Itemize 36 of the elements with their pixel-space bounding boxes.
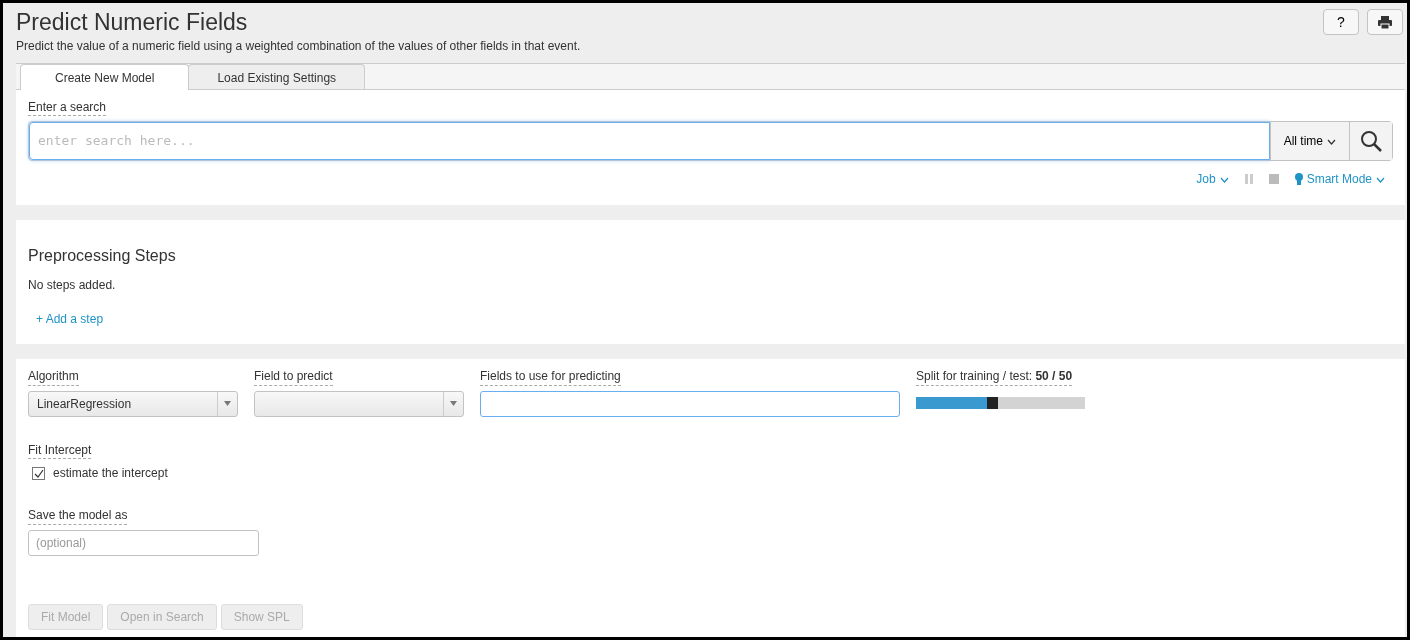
field-label: Split for training / test: 50 / 50 bbox=[916, 369, 1073, 386]
search-button[interactable] bbox=[1349, 122, 1392, 161]
checkbox-label: estimate the intercept bbox=[53, 465, 168, 483]
field-label: Field to predict bbox=[254, 369, 333, 386]
help-button[interactable]: ? bbox=[1323, 9, 1359, 35]
search-mode-menu[interactable]: Smart Mode bbox=[1306, 170, 1385, 189]
save-model-label: Save the model as bbox=[28, 508, 128, 525]
slider-track[interactable] bbox=[916, 396, 1085, 409]
section-title: Preprocessing Steps bbox=[28, 246, 177, 267]
chevron-down-icon bbox=[1219, 177, 1229, 183]
tab[interactable]: Create New Model bbox=[20, 63, 190, 91]
printer-icon bbox=[1378, 15, 1392, 29]
checkbox[interactable] bbox=[32, 466, 45, 480]
fit-intercept-label: Fit Intercept bbox=[28, 442, 92, 460]
caret-icon bbox=[224, 401, 231, 407]
add-step-link[interactable]: + Add a step bbox=[36, 312, 104, 327]
page-title: Predict Numeric Fields bbox=[16, 9, 249, 37]
print-button[interactable] bbox=[1367, 9, 1403, 35]
slider-handle[interactable] bbox=[986, 396, 998, 409]
tab[interactable]: Load Existing Settings bbox=[188, 63, 366, 89]
field-label: Fields to use for predicting bbox=[480, 369, 621, 386]
chevron-down-icon bbox=[1327, 139, 1336, 145]
lightbulb-icon bbox=[1294, 173, 1303, 186]
page-description: Predict the value of a numeric field using a weighted combination of the values of other fields in that event. bbox=[16, 37, 582, 55]
search-icon bbox=[1360, 130, 1382, 153]
dropdown[interactable]: LinearRegression bbox=[28, 390, 238, 417]
job-menu[interactable]: Job bbox=[1196, 170, 1229, 189]
input-field[interactable] bbox=[480, 390, 900, 417]
chevron-down-icon bbox=[1376, 177, 1385, 183]
search-field[interactable]: enter search here... bbox=[29, 122, 1270, 161]
search-label: Enter a search bbox=[28, 99, 107, 117]
time-range-dropdown[interactable]: All time bbox=[1269, 122, 1349, 161]
caret-icon bbox=[450, 401, 457, 407]
model-name-field[interactable]: (optional) bbox=[28, 529, 259, 556]
field-label: Algorithm bbox=[28, 369, 79, 386]
empty-steps-text: No steps added. bbox=[28, 277, 117, 295]
